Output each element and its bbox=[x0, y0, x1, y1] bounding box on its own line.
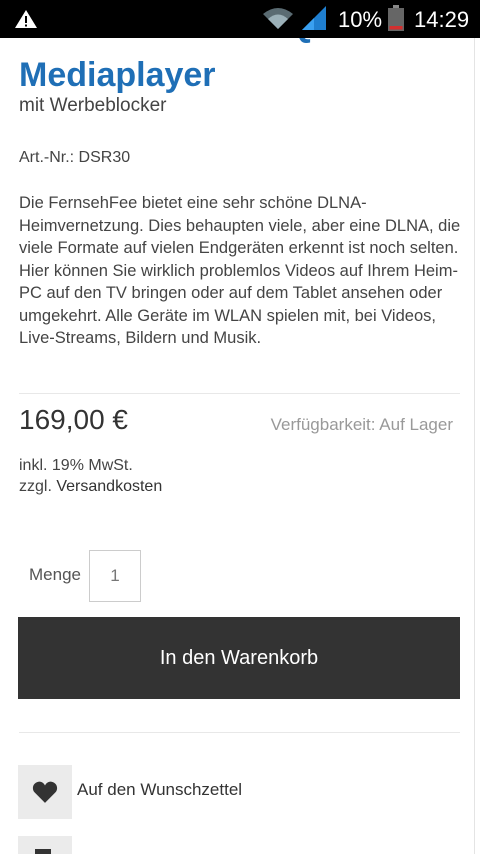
wishlist-label[interactable]: Auf den Wunschzettel bbox=[77, 780, 242, 800]
compare-button[interactable] bbox=[18, 836, 72, 854]
wishlist-button[interactable] bbox=[18, 765, 72, 819]
divider bbox=[19, 732, 460, 733]
divider bbox=[19, 393, 460, 394]
heart-icon bbox=[32, 781, 58, 803]
product-title: Fernsehfee 3.0 - Quad Core Mediaplayer bbox=[19, 38, 461, 94]
article-number: Art.-Nr.: DSR30 bbox=[19, 149, 131, 166]
shipping-note: zzgl. Versandkosten bbox=[19, 478, 162, 496]
product-price: 169,00 € bbox=[19, 404, 128, 435]
product-description: Die FernsehFee bietet eine sehr schöne D… bbox=[19, 194, 461, 347]
compare-icon bbox=[35, 849, 51, 854]
status-bar: 10% 14:29 bbox=[0, 0, 480, 38]
tax-note: inkl. 19% MwSt. bbox=[19, 457, 133, 474]
product-subtitle: mit Werbeblocker bbox=[19, 95, 167, 116]
signal-icon bbox=[302, 6, 326, 30]
add-to-cart-button[interactable]: In den Warenkorb bbox=[18, 617, 460, 699]
battery-percent: 10% bbox=[338, 7, 383, 32]
battery-icon bbox=[388, 5, 404, 31]
page-frame: Fernsehfee 3.0 - Quad Core Mediaplayer m… bbox=[0, 38, 475, 854]
shipping-costs-link[interactable]: Versandkosten bbox=[56, 478, 162, 495]
add-to-cart-label: In den Warenkorb bbox=[159, 646, 319, 669]
wifi-icon bbox=[263, 8, 293, 29]
availability-status: Verfügbarkeit: Auf Lager bbox=[270, 415, 453, 434]
shipping-prefix: zzgl. bbox=[19, 478, 52, 495]
quantity-label: Menge bbox=[29, 565, 81, 584]
product-page: Fernsehfee 3.0 - Quad Core Mediaplayer m… bbox=[0, 38, 480, 854]
warning-icon bbox=[15, 10, 37, 28]
quantity-input[interactable] bbox=[89, 550, 141, 602]
clock-time: 14:29 bbox=[414, 7, 470, 32]
